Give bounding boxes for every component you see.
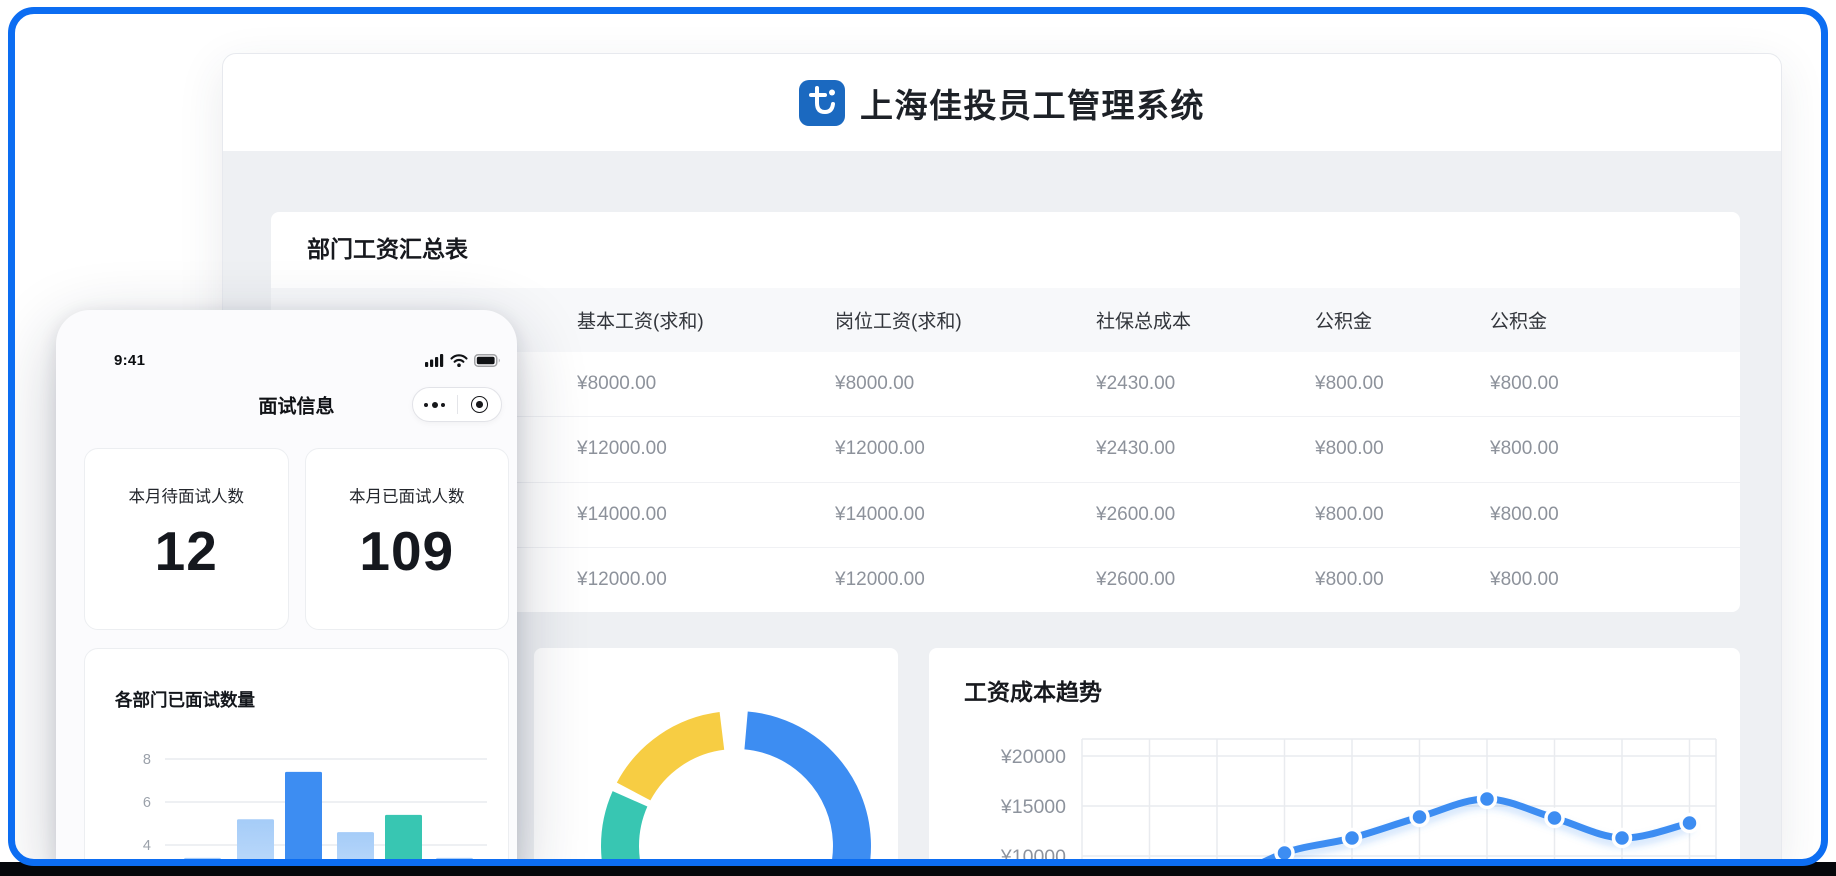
y-axis-label: ¥10000 bbox=[1000, 846, 1066, 866]
donut-segment-yellow-segment bbox=[634, 731, 722, 792]
y-axis-label: 4 bbox=[143, 838, 151, 854]
table-cell: ¥800.00 bbox=[1315, 504, 1384, 526]
column-header-3: 公积金 bbox=[1315, 307, 1372, 334]
bar bbox=[337, 832, 374, 866]
phone-nav-bar: 面试信息 bbox=[84, 382, 509, 428]
stat-value: 12 bbox=[155, 519, 218, 583]
column-header-4: 公积金 bbox=[1490, 307, 1547, 334]
table-cell: ¥12000.00 bbox=[577, 438, 667, 460]
phone-bar-chart-card: 8 6 4 各部门已面试数量 bbox=[84, 648, 509, 866]
app-logo-icon bbox=[799, 80, 845, 126]
app-header: 上海佳投员工管理系统 bbox=[223, 54, 1781, 151]
phone-overlay: 9:41 bbox=[56, 310, 517, 866]
y-axis-label: 8 bbox=[143, 752, 151, 768]
bar bbox=[285, 772, 322, 866]
trend-chart-card: ¥20000 ¥15000 ¥10000 工资成本趋势 bbox=[929, 648, 1740, 866]
data-point bbox=[1614, 830, 1631, 847]
table-cell: ¥800.00 bbox=[1490, 504, 1559, 526]
stat-value: 109 bbox=[359, 519, 454, 583]
y-axis-label: ¥15000 bbox=[1000, 796, 1066, 818]
data-point bbox=[1479, 791, 1496, 808]
data-point bbox=[1546, 810, 1563, 827]
capsule-target-icon[interactable] bbox=[458, 396, 502, 413]
column-header-0: 基本工资(求和) bbox=[577, 307, 704, 334]
table-cell: ¥800.00 bbox=[1490, 373, 1559, 395]
y-axis-label: ¥20000 bbox=[1000, 746, 1066, 768]
table-cell: ¥800.00 bbox=[1315, 373, 1384, 395]
data-point bbox=[1681, 815, 1698, 832]
column-header-2: 社保总成本 bbox=[1096, 307, 1191, 334]
phone-status-bar: 9:41 bbox=[84, 346, 509, 374]
signal-icon bbox=[425, 354, 444, 367]
donut-chart bbox=[534, 648, 898, 866]
stat-label: 本月已面试人数 bbox=[349, 483, 465, 507]
donut-segment-teal-segment bbox=[620, 799, 631, 866]
status-icons bbox=[425, 354, 501, 367]
department-bar-chart: 8 6 4 bbox=[85, 649, 509, 866]
bar bbox=[436, 858, 473, 866]
bar bbox=[237, 819, 274, 866]
donut-chart-card bbox=[534, 648, 898, 866]
salary-table-title: 部门工资汇总表 bbox=[307, 230, 468, 264]
bar bbox=[385, 815, 422, 866]
wifi-icon bbox=[450, 354, 468, 367]
phone-bar-chart-title: 各部门已面试数量 bbox=[115, 687, 255, 712]
stat-card: 本月已面试人数 109 bbox=[305, 448, 510, 630]
table-cell: ¥2430.00 bbox=[1096, 373, 1175, 395]
screenshot-frame: 上海佳投员工管理系统 部门工资汇总表 基本工资(求和) 岗位工资(求和) 社保总成本… bbox=[8, 7, 1828, 866]
table-cell: ¥14000.00 bbox=[577, 504, 667, 526]
more-dots-icon[interactable] bbox=[413, 402, 457, 408]
status-time: 9:41 bbox=[114, 352, 145, 369]
table-cell: ¥2430.00 bbox=[1096, 438, 1175, 460]
miniprogram-capsule[interactable] bbox=[412, 387, 502, 422]
table-cell: ¥800.00 bbox=[1315, 569, 1384, 591]
table-cell: ¥8000.00 bbox=[577, 373, 656, 395]
battery-icon bbox=[474, 354, 501, 367]
data-point bbox=[1344, 830, 1361, 847]
stat-label: 本月待面试人数 bbox=[129, 483, 245, 507]
table-cell: ¥14000.00 bbox=[835, 504, 925, 526]
donut-segment-blue-segment bbox=[746, 730, 852, 866]
table-cell: ¥12000.00 bbox=[577, 569, 667, 591]
stage: 上海佳投员工管理系统 部门工资汇总表 基本工资(求和) 岗位工资(求和) 社保总成本… bbox=[8, 7, 1828, 866]
table-cell: ¥800.00 bbox=[1490, 438, 1559, 460]
app-title: 上海佳投员工管理系统 bbox=[860, 79, 1205, 127]
data-point bbox=[1411, 809, 1428, 826]
table-cell: ¥800.00 bbox=[1490, 569, 1559, 591]
stat-card: 本月待面试人数 12 bbox=[84, 448, 289, 630]
bar bbox=[184, 858, 221, 866]
table-cell: ¥2600.00 bbox=[1096, 504, 1175, 526]
table-cell: ¥2600.00 bbox=[1096, 569, 1175, 591]
data-point bbox=[1276, 845, 1293, 862]
table-cell: ¥8000.00 bbox=[835, 373, 914, 395]
stat-cards: 本月待面试人数 12 本月已面试人数 109 bbox=[84, 448, 509, 630]
table-cell: ¥12000.00 bbox=[835, 438, 925, 460]
y-axis-label: 6 bbox=[143, 795, 151, 811]
table-cell: ¥800.00 bbox=[1315, 438, 1384, 460]
table-cell: ¥12000.00 bbox=[835, 569, 925, 591]
column-header-1: 岗位工资(求和) bbox=[835, 307, 962, 334]
trend-chart-title: 工资成本趋势 bbox=[964, 673, 1102, 707]
